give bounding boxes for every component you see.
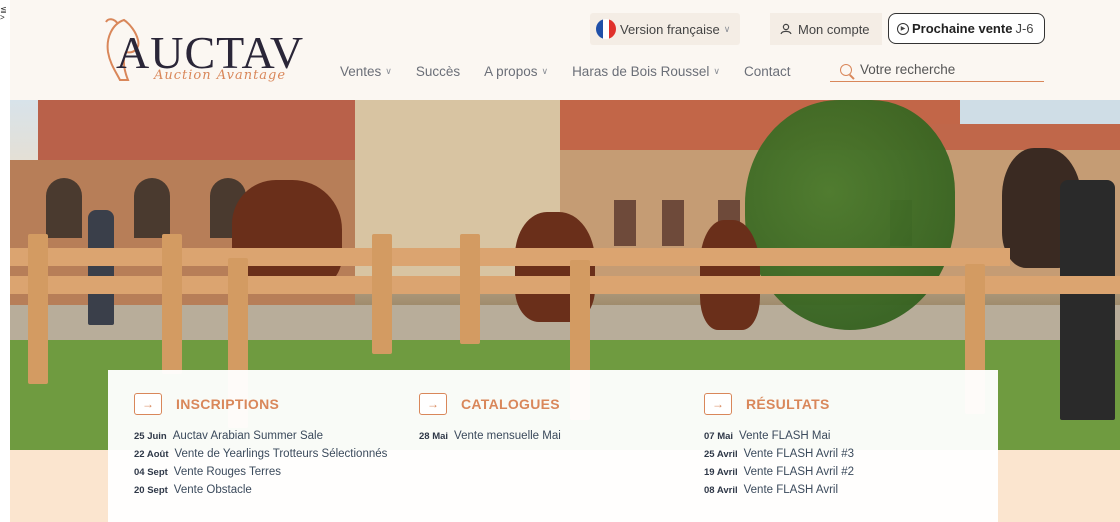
hero-tree [745,100,955,330]
stable-door [614,200,636,246]
next-sale-label: Prochaine vente [912,21,1013,36]
auctav-logo[interactable]: AUCTAV Auction Avantage [94,14,309,86]
logo-tagline: Auction Avantage [154,68,287,83]
horse [232,180,342,290]
chevron-down-icon: ∨ [713,65,720,76]
arrow-right-icon[interactable]: → [134,393,162,415]
edge-marker: ≦ > [0,5,7,22]
nav-item-label: A propos [484,63,538,79]
item-label: Vente FLASH Avril #2 [743,466,855,478]
resultats-header[interactable]: → RÉSULTATS [704,392,854,416]
item-label: Vente de Yearlings Trotteurs Sélectionné… [174,448,388,460]
stable-window [46,178,82,238]
fence-post [460,234,480,344]
item-date: 25 Juin [134,431,167,442]
item-label: Vente mensuelle Mai [454,430,561,442]
item-date: 07 Mai [704,431,734,442]
nav-item-label: Contact [743,63,791,79]
list-item[interactable]: 20 Sept Vente Obstacle [134,484,387,502]
item-label: Vente FLASH Avril [743,484,839,496]
list-item[interactable]: 22 Août Vente de Yearlings Trotteurs Séle… [134,448,387,466]
site-header: AUCTAV Auction Avantage Version français… [10,0,1120,100]
item-date: 25 Avril [704,449,738,460]
fence-rail [10,248,1010,266]
item-date: 19 Avril [704,467,738,478]
chevron-down-icon: ∨ [385,65,392,76]
inscriptions-header[interactable]: → INSCRIPTIONS [134,392,387,416]
stable-door [662,200,684,246]
nav-item-a-propos[interactable]: A propos ∨ [484,64,548,79]
arrow-right-icon[interactable]: → [704,393,732,415]
main-nav: Ventes ∨ Succès A propos ∨ Haras de Bois… [340,60,815,82]
section-title[interactable]: RÉSULTATS [746,396,830,412]
item-label: Vente Rouges Terres [173,466,281,478]
horse [700,220,760,330]
inscriptions-section: → INSCRIPTIONS 25 Juin Auctav Arabian Sum… [134,392,387,502]
user-icon [780,23,792,35]
nav-item-label: Haras de Bois Roussel [572,63,710,79]
item-date: 28 Mai [419,431,449,442]
section-title[interactable]: CATALOGUES [461,396,560,412]
nav-item-haras-de-bois-roussel[interactable]: Haras de Bois Roussel ∨ [572,64,720,79]
language-label: Version française [620,21,720,37]
list-item[interactable]: 08 Avril Vente FLASH Avril [704,484,854,502]
quick-links-panel: → INSCRIPTIONS 25 Juin Auctav Arabian Sum… [108,370,998,522]
item-label: Vente FLASH Mai [739,430,831,442]
fence-post [162,234,182,374]
account-link[interactable]: Mon compte [770,13,882,45]
language-switcher[interactable]: Version française ∨ [590,13,741,45]
nav-item-succes[interactable]: Succès [416,64,460,79]
item-date: 20 Sept [134,485,168,496]
nav-item-label: Ventes [340,63,382,79]
search-input[interactable]: Votre recherche [860,62,955,77]
next-sale-countdown: J-6 [1015,21,1034,36]
resultats-section: → RÉSULTATS 07 Mai Vente FLASH Mai 25 Avr… [704,392,854,502]
page-edge: ≦ > [0,0,10,522]
item-date: 22 Août [134,449,169,460]
item-date: 08 Avril [704,485,738,496]
chevron-down-icon: ∨ [541,65,549,76]
fence-post [372,234,392,354]
item-label: Vente FLASH Avril #3 [743,448,855,460]
list-item[interactable]: 25 Juin Auctav Arabian Summer Sale [134,430,387,448]
chevron-down-icon: ∨ [723,23,731,34]
catalogues-section: → CATALOGUES 28 Mai Vente mensuelle Mai [419,392,561,448]
fence-post [28,234,48,384]
list-item[interactable]: 28 Mai Vente mensuelle Mai [419,430,561,448]
catalogues-header[interactable]: → CATALOGUES [419,392,561,416]
stable-window [134,178,170,238]
french-flag-icon [596,19,616,39]
nav-item-label: Succès [415,63,461,79]
search-bar[interactable]: Votre recherche [830,58,1044,82]
play-circle-icon: ▶ [897,22,909,35]
item-label: Auctav Arabian Summer Sale [172,430,323,442]
list-item[interactable]: 07 Mai Vente FLASH Mai [704,430,854,448]
list-item[interactable]: 25 Avril Vente FLASH Avril #3 [704,448,854,466]
nav-item-ventes[interactable]: Ventes ∨ [340,64,392,79]
item-label: Vente Obstacle [173,484,252,496]
search-icon[interactable] [840,63,852,76]
person [1060,180,1115,420]
person [88,210,114,325]
item-date: 04 Sept [134,467,168,478]
list-item[interactable]: 19 Avril Vente FLASH Avril #2 [704,466,854,484]
account-label: Mon compte [798,21,870,37]
arrow-right-icon[interactable]: → [419,393,447,415]
list-item[interactable]: 04 Sept Vente Rouges Terres [134,466,387,484]
next-sale-button[interactable]: ▶ Prochaine vente J-6 [888,13,1045,44]
nav-item-contact[interactable]: Contact [744,64,791,79]
section-title[interactable]: INSCRIPTIONS [176,396,279,412]
